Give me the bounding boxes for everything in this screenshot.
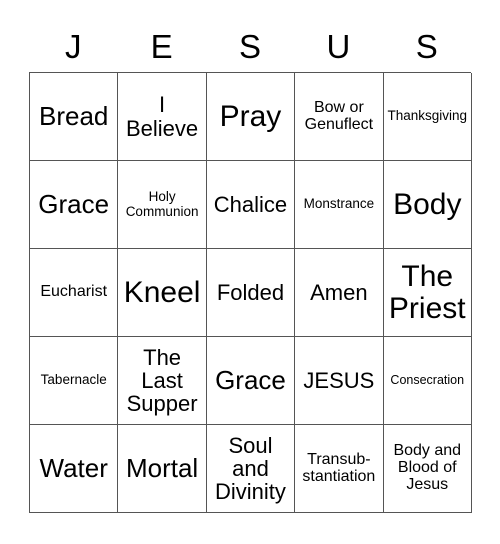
bingo-cell[interactable]: Water bbox=[30, 425, 119, 513]
bingo-cell-label: Mortal bbox=[125, 452, 199, 483]
bingo-cell-label: Eucharist bbox=[40, 283, 108, 301]
header-letter-4: U bbox=[326, 28, 351, 65]
bingo-cell-label: Consecration bbox=[390, 372, 465, 387]
bingo-cell-label: Transub-stantiation bbox=[302, 450, 376, 485]
bingo-cell-label: Thanksgiving bbox=[387, 108, 468, 124]
bingo-cell[interactable]: Bow or Genuflect bbox=[295, 73, 384, 161]
bingo-cell[interactable]: Consecration bbox=[383, 337, 472, 425]
bingo-cell-label: Body bbox=[393, 187, 462, 221]
bingo-cell[interactable]: Grace bbox=[206, 337, 296, 425]
bingo-cell-label: Bread bbox=[39, 100, 109, 131]
bingo-cell[interactable]: Transub-stantiation bbox=[295, 425, 384, 513]
bingo-cell-label: JESUS bbox=[303, 367, 375, 393]
bingo-cell[interactable]: Eucharist bbox=[30, 249, 119, 337]
bingo-cell[interactable]: JESUS bbox=[295, 337, 384, 425]
bingo-cell-label: The Priest bbox=[388, 259, 466, 325]
bingo-cell[interactable]: I Believe bbox=[118, 73, 207, 161]
bingo-row: Bread I Believe Pray Bow or Genuflect Thanksgi… bbox=[30, 73, 472, 161]
bingo-cell[interactable]: Kneel bbox=[118, 249, 207, 337]
bingo-cell-label: Soul and Divinity bbox=[215, 432, 286, 505]
bingo-cell-label: The Last Supper bbox=[126, 344, 198, 417]
bingo-cell[interactable]: The Last Supper bbox=[118, 337, 207, 425]
header-letter-5: S bbox=[415, 28, 438, 65]
bingo-cell[interactable]: Chalice bbox=[206, 161, 296, 249]
bingo-cell-label: Bow or Genuflect bbox=[304, 98, 374, 133]
bingo-cell[interactable]: Folded bbox=[206, 249, 296, 337]
bingo-row: Water Mortal Soul and Divinity Transub-stanti… bbox=[30, 425, 472, 513]
bingo-cell-label: I Believe bbox=[126, 92, 199, 141]
bingo-cell-label: Kneel bbox=[123, 275, 201, 309]
bingo-cell[interactable]: Body and Blood of Jesus bbox=[383, 425, 472, 513]
bingo-cell-label: Chalice bbox=[213, 191, 288, 217]
bingo-cell-label: Grace bbox=[38, 188, 110, 219]
bingo-cell[interactable]: Monstrance bbox=[295, 161, 384, 249]
bingo-cell[interactable]: Body bbox=[383, 161, 472, 249]
bingo-cell-label: Grace bbox=[215, 364, 286, 395]
bingo-cell[interactable]: Holy Communion bbox=[118, 161, 207, 249]
bingo-cell[interactable]: The Priest bbox=[383, 249, 472, 337]
bingo-card: J E S U S Bread I Believe Pray Bow or Genufle… bbox=[29, 22, 472, 513]
bingo-cell[interactable]: Grace bbox=[30, 161, 119, 249]
bingo-cell[interactable]: Soul and Divinity bbox=[206, 425, 296, 513]
bingo-cell[interactable]: Pray bbox=[206, 73, 296, 161]
bingo-row: Tabernacle The Last Supper Grace JESUS Consecr… bbox=[30, 337, 472, 425]
bingo-cell-label: Pray bbox=[219, 99, 282, 133]
bingo-cell-label: Water bbox=[39, 452, 108, 483]
bingo-header: J E S U S bbox=[29, 22, 471, 72]
bingo-cell[interactable]: Thanksgiving bbox=[383, 73, 472, 161]
bingo-row: Grace Holy Communion Chalice Monstrance Body bbox=[30, 161, 472, 249]
bingo-cell-label: Monstrance bbox=[303, 196, 375, 212]
bingo-cell-label: Amen bbox=[310, 279, 368, 305]
bingo-cell-label: Body and Blood of Jesus bbox=[393, 442, 462, 493]
bingo-cell[interactable]: Amen bbox=[295, 249, 384, 337]
bingo-cell[interactable]: Bread bbox=[30, 73, 119, 161]
bingo-cell[interactable]: Tabernacle bbox=[30, 337, 119, 425]
bingo-cell-label: Tabernacle bbox=[40, 372, 107, 388]
bingo-cell[interactable]: Mortal bbox=[118, 425, 207, 513]
header-letter-3: S bbox=[238, 28, 261, 65]
header-letter-1: J bbox=[64, 28, 82, 65]
bingo-cell-label: Folded bbox=[216, 279, 285, 305]
bingo-row: Eucharist Kneel Folded Amen The Priest bbox=[30, 249, 472, 337]
bingo-cell-label: Holy Communion bbox=[125, 189, 199, 219]
bingo-grid: Bread I Believe Pray Bow or Genuflect Thanksgi… bbox=[29, 72, 472, 513]
header-letter-2: E bbox=[150, 28, 173, 65]
